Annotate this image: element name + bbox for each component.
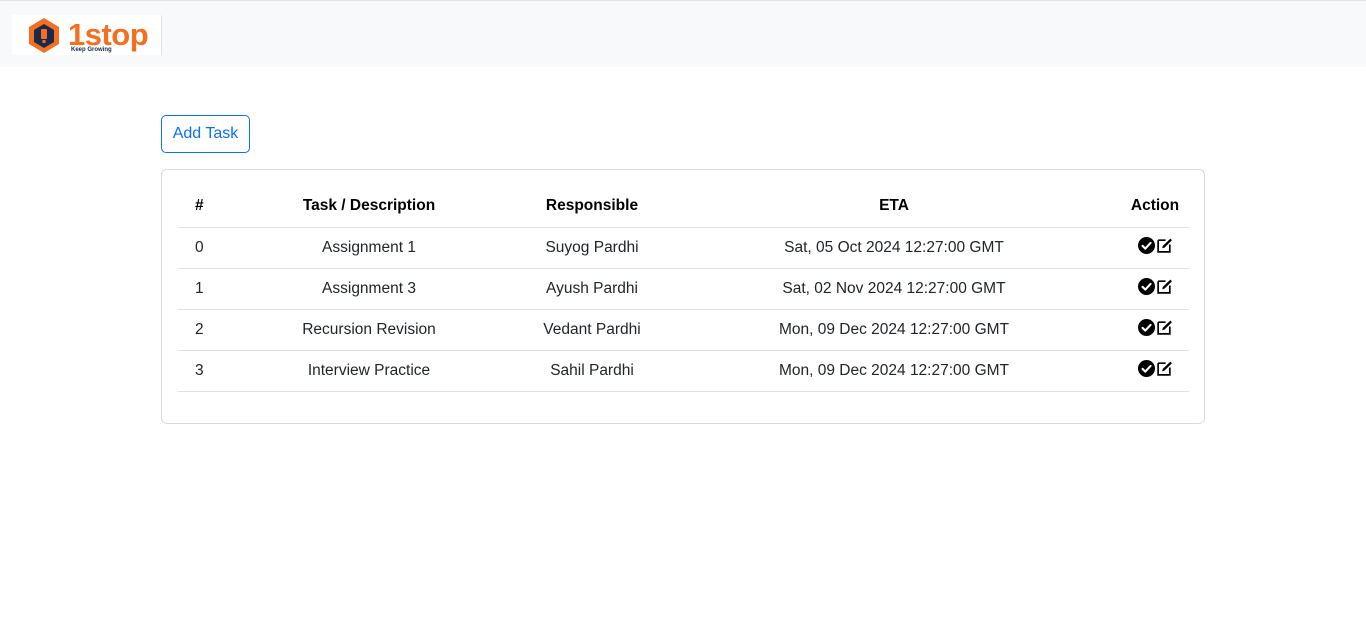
header-action: Action (1121, 186, 1189, 228)
brand-tagline: Keep Growing (71, 47, 112, 53)
cell-number: 2 (178, 309, 221, 351)
cell-action (1121, 350, 1189, 392)
top-navbar: 1stop Keep Growing (0, 0, 1366, 67)
add-task-button[interactable]: Add Task (161, 115, 250, 153)
table-row: 1 Assignment 3 Ayush Pardhi Sat, 02 Nov … (178, 268, 1189, 310)
cell-eta: Sat, 05 Oct 2024 12:27:00 GMT (667, 227, 1121, 269)
cell-responsible: Vedant Pardhi (517, 309, 667, 351)
edit-icon[interactable] (1156, 360, 1173, 377)
cell-task: Assignment 1 (221, 227, 517, 269)
table-header-row: # Task / Description Responsible ETA Act… (178, 186, 1189, 228)
cell-number: 1 (178, 268, 221, 310)
cell-responsible: Sahil Pardhi (517, 350, 667, 392)
table-row: 0 Assignment 1 Suyog Pardhi Sat, 05 Oct … (178, 227, 1189, 269)
cell-number: 0 (178, 227, 221, 269)
edit-icon[interactable] (1156, 237, 1173, 254)
cell-eta: Sat, 02 Nov 2024 12:27:00 GMT (667, 268, 1121, 310)
header-responsible: Responsible (517, 186, 667, 228)
check-circle-icon[interactable] (1137, 359, 1155, 377)
cell-action (1121, 227, 1189, 269)
cell-action (1121, 268, 1189, 310)
header-number: # (178, 186, 221, 228)
hexagon-logo-icon (29, 18, 59, 53)
edit-icon[interactable] (1156, 319, 1173, 336)
header-task: Task / Description (221, 186, 517, 228)
cell-responsible: Suyog Pardhi (517, 227, 667, 269)
cell-task: Assignment 3 (221, 268, 517, 310)
cell-task: Interview Practice (221, 350, 517, 392)
brand-logo[interactable]: 1stop Keep Growing (12, 15, 162, 55)
cell-eta: Mon, 09 Dec 2024 12:27:00 GMT (667, 350, 1121, 392)
check-circle-icon[interactable] (1137, 318, 1155, 336)
task-table: # Task / Description Responsible ETA Act… (178, 186, 1189, 392)
header-eta: ETA (667, 186, 1121, 228)
cell-responsible: Ayush Pardhi (517, 268, 667, 310)
task-table-card: # Task / Description Responsible ETA Act… (161, 169, 1205, 424)
check-circle-icon[interactable] (1137, 236, 1155, 254)
cell-task: Recursion Revision (221, 309, 517, 351)
cell-number: 3 (178, 350, 221, 392)
table-row: 3 Interview Practice Sahil Pardhi Mon, 0… (178, 350, 1189, 392)
check-circle-icon[interactable] (1137, 277, 1155, 295)
cell-eta: Mon, 09 Dec 2024 12:27:00 GMT (667, 309, 1121, 351)
table-row: 2 Recursion Revision Vedant Pardhi Mon, … (178, 309, 1189, 351)
edit-icon[interactable] (1156, 278, 1173, 295)
cell-action (1121, 309, 1189, 351)
